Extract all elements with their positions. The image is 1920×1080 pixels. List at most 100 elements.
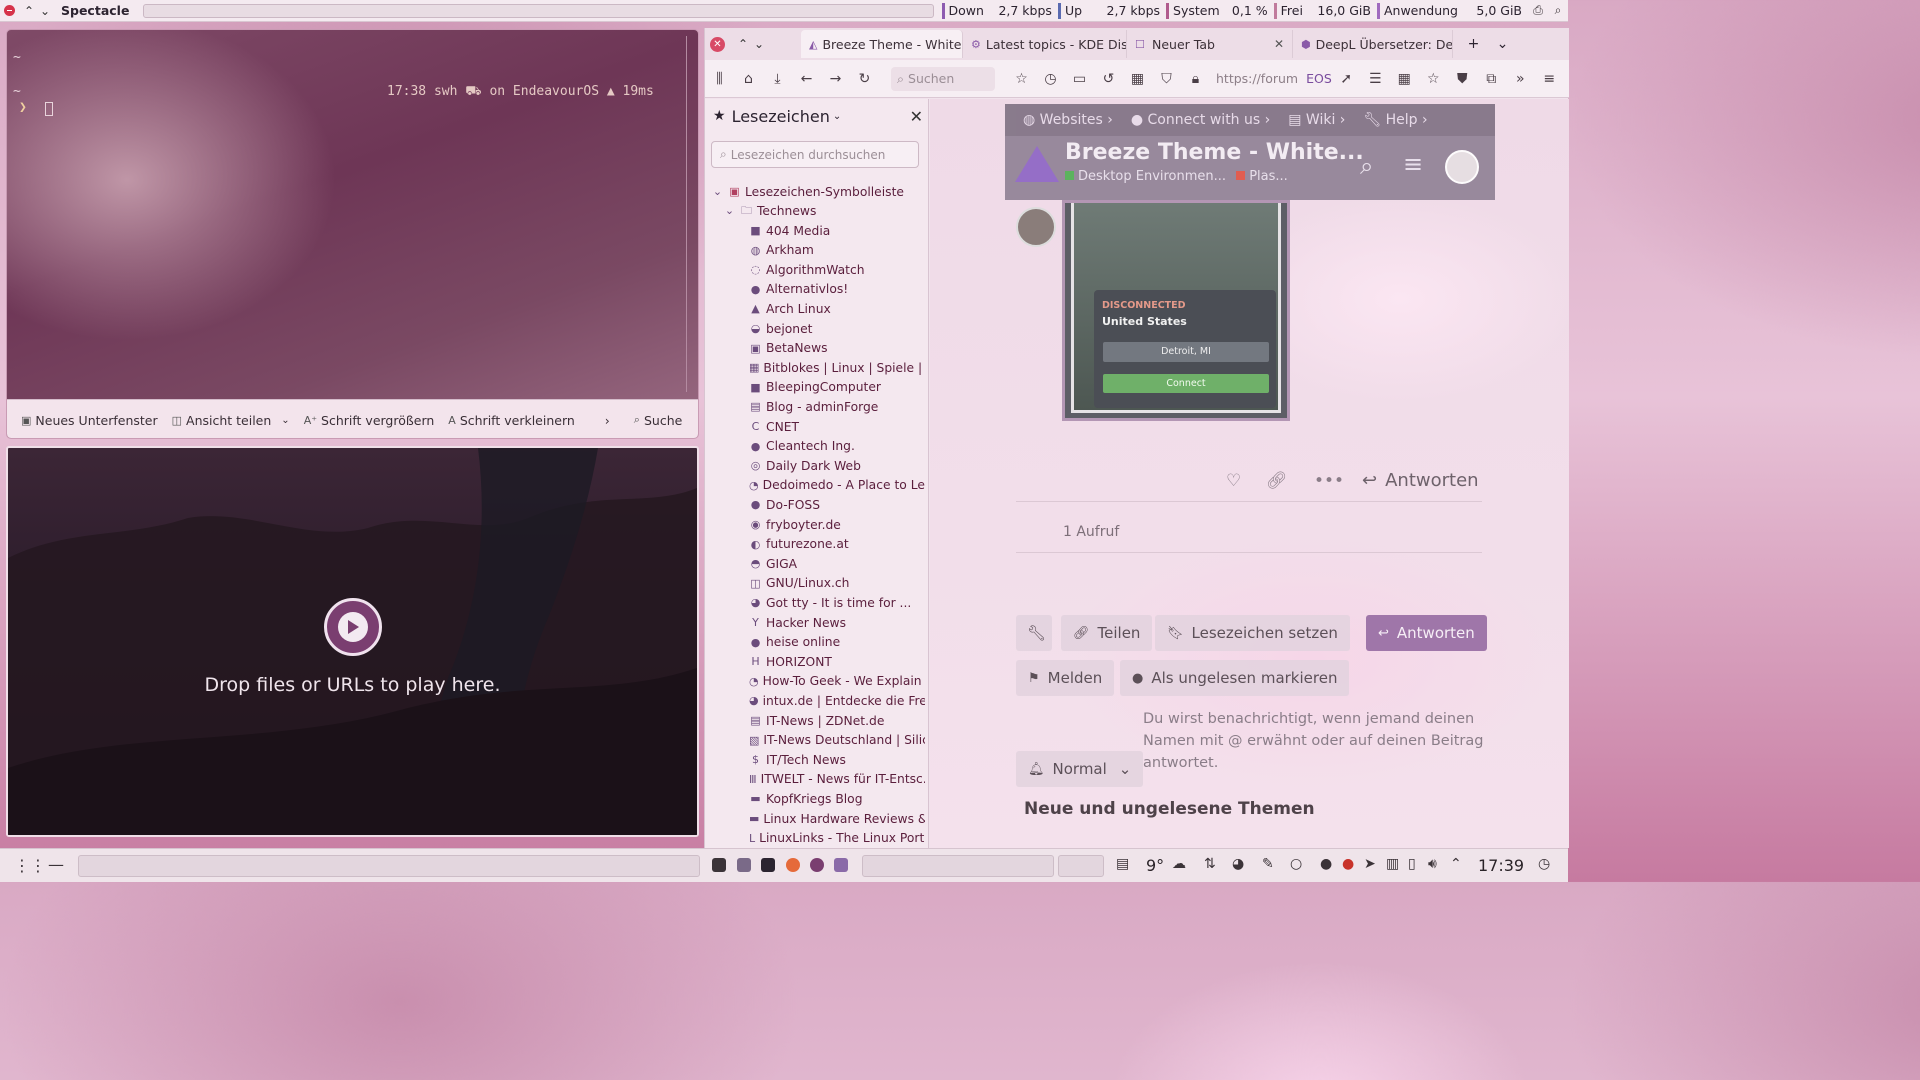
terminal-scrollbar[interactable] bbox=[686, 36, 692, 392]
player-app-icon[interactable] bbox=[810, 858, 824, 872]
ublock-icon[interactable]: ⛊ bbox=[1448, 71, 1477, 87]
task-manager-area[interactable] bbox=[78, 855, 700, 877]
bookmark-item[interactable]: ◓ GIGA bbox=[749, 554, 925, 573]
send-icon[interactable]: ➤ bbox=[1364, 856, 1376, 872]
nav-help[interactable]: 🔧︎ Help › bbox=[1363, 112, 1427, 128]
bookmark-item[interactable]: H HORIZONT bbox=[749, 652, 925, 671]
download-icon[interactable]: ⤓ bbox=[763, 71, 792, 87]
close-icon[interactable]: ✕ bbox=[910, 107, 923, 126]
search-icon[interactable]: ⌕ bbox=[1548, 3, 1568, 18]
home-icon[interactable]: ⌂ bbox=[734, 71, 763, 87]
bookmark-item[interactable]: ◫ GNU/Linux.ch bbox=[749, 574, 925, 593]
bookmark-item[interactable]: ■ 404 Media bbox=[749, 221, 925, 240]
restore-icon[interactable]: ↺ bbox=[1094, 71, 1123, 87]
hamburger-menu-icon[interactable]: ≡ bbox=[1403, 150, 1423, 178]
chevron-up-icon[interactable]: ⌃ bbox=[21, 4, 37, 18]
nav-wiki[interactable]: ▤ Wiki › bbox=[1288, 112, 1345, 128]
task-manager-area[interactable] bbox=[1058, 855, 1104, 877]
weather-temperature[interactable]: 9° bbox=[1146, 856, 1164, 875]
search-button[interactable]: ⌕ Suche bbox=[634, 413, 683, 428]
overflow-icon[interactable]: » bbox=[1506, 71, 1535, 87]
tab-new[interactable]: ☐ Neuer Tab ✕ bbox=[1127, 30, 1293, 58]
bookmark-item[interactable]: L LinuxLinks - The Linux Porta bbox=[749, 829, 925, 848]
bookmark-item[interactable]: ■ BleepingComputer bbox=[749, 378, 925, 397]
media-player[interactable]: Drop files or URLs to play here. bbox=[6, 446, 699, 837]
category-link[interactable]: Desktop Environmen... bbox=[1078, 169, 1226, 184]
bookmark-item[interactable]: ● Do-FOSS bbox=[749, 495, 925, 514]
bookmarks-search-input[interactable]: ⌕ Lesezeichen durchsuchen bbox=[711, 141, 919, 168]
bookmark-item[interactable]: ▤ IT-News | ZDNet.de bbox=[749, 711, 925, 730]
minimize-all-icon[interactable]: — bbox=[48, 855, 64, 874]
kde-logo-icon[interactable] bbox=[1015, 146, 1059, 182]
back-icon[interactable]: ← bbox=[792, 71, 821, 87]
zoom-in-button[interactable]: A⁺ Schrift vergrößern bbox=[304, 413, 435, 428]
mark-unread-button[interactable]: ● Als ungelesen markieren bbox=[1120, 660, 1350, 696]
chevron-down-icon[interactable]: ⌄ bbox=[751, 37, 767, 51]
bookmark-item[interactable]: ▤ Blog - adminForge bbox=[749, 397, 925, 416]
bookmark-button[interactable]: 🔖︎ Lesezeichen setzen bbox=[1155, 615, 1350, 651]
library-icon[interactable]: ⫼ bbox=[705, 71, 734, 87]
new-split-button[interactable]: ▣ Neues Unterfenster bbox=[21, 413, 158, 428]
bookmark-item[interactable]: Y Hacker News bbox=[749, 613, 925, 632]
chevron-down-icon[interactable]: ⌄ bbox=[37, 4, 53, 18]
lock-icon[interactable]: 🔒︎ bbox=[1181, 71, 1210, 87]
reload-icon[interactable]: ↻ bbox=[850, 71, 879, 87]
tab-deepl[interactable]: ⬢DeepL Übersetzer: Der✕ bbox=[1293, 30, 1453, 58]
close-window-icon[interactable]: ✕ bbox=[710, 36, 725, 52]
notification-level-select[interactable]: 🔔︎ Normal ⌄ bbox=[1016, 751, 1144, 787]
task-manager-area[interactable] bbox=[862, 855, 1054, 877]
reader-icon[interactable]: ☰ bbox=[1361, 71, 1390, 87]
konsole-app-icon[interactable] bbox=[761, 858, 775, 872]
reply-button[interactable]: ↩ Antworten bbox=[1366, 615, 1487, 651]
weather-cloud-icon[interactable]: ☁ bbox=[1172, 856, 1186, 872]
user-avatar[interactable] bbox=[1445, 150, 1479, 184]
post-author-avatar[interactable] bbox=[1016, 207, 1056, 247]
technews-folder[interactable]: ⌄ 🗀 Technews bbox=[723, 201, 816, 220]
palette-icon[interactable]: ◕ bbox=[1232, 856, 1244, 872]
tomato-icon[interactable]: ● bbox=[1342, 856, 1354, 872]
menu-icon[interactable]: ≡ bbox=[1535, 71, 1564, 87]
bookmark-item[interactable]: C CNET bbox=[749, 417, 925, 436]
category-link[interactable]: Plas... bbox=[1249, 169, 1288, 184]
tab-kde[interactable]: ⚙Latest topics - KDE Dis✕ bbox=[963, 30, 1127, 58]
puzzle-icon[interactable]: ⧉ bbox=[1477, 71, 1506, 87]
new-tab-plus-icon[interactable]: + bbox=[1459, 36, 1488, 52]
terminal-window[interactable]: ~ ~ 17:38 swh ⛟ on EndeavourOS ▲ 19ms ❯ … bbox=[6, 29, 699, 439]
bookmark-item[interactable]: ▦ Bitblokes | Linux | Spiele | St. bbox=[749, 358, 925, 377]
bookmark-item[interactable]: ◐ futurezone.at bbox=[749, 535, 925, 554]
bookmark-item[interactable]: ▣ BetaNews bbox=[749, 339, 925, 358]
extensions-grid-icon[interactable]: ▦ bbox=[1123, 71, 1152, 87]
bookmark-item[interactable]: ◔ How-To Geek - We Explain T. bbox=[749, 672, 925, 691]
bookmark-item[interactable]: ▧ IT-News Deutschland | Silic... bbox=[749, 731, 925, 750]
clock[interactable]: 17:39 bbox=[1478, 856, 1524, 875]
screenshot-icon[interactable]: ⎙ bbox=[1528, 3, 1548, 18]
nav-connect[interactable]: ● Connect with us › bbox=[1131, 112, 1270, 128]
bookmark-star-icon[interactable]: ☆ bbox=[1007, 71, 1036, 87]
github-icon[interactable]: ● bbox=[1320, 856, 1332, 872]
terminal-app-icon[interactable] bbox=[712, 858, 726, 872]
grid-icon[interactable]: ▦ bbox=[1390, 71, 1419, 87]
reply-link[interactable]: ↩ Antworten bbox=[1362, 470, 1479, 491]
flag-button[interactable]: ⚑ Melden bbox=[1016, 660, 1115, 696]
network-icon[interactable]: ⇅ bbox=[1204, 856, 1216, 872]
send-icon[interactable]: ➚ bbox=[1332, 71, 1361, 87]
star-icon[interactable]: ☆ bbox=[1419, 71, 1448, 87]
save-icon[interactable]: ▭ bbox=[1065, 71, 1094, 87]
search-input[interactable]: ⌕ Suchen bbox=[891, 66, 995, 91]
shield-icon[interactable]: ⛉ bbox=[1152, 71, 1181, 87]
screenshot-app-icon[interactable] bbox=[834, 858, 848, 872]
bookmark-item[interactable]: ◉ fryboyter.de bbox=[749, 515, 925, 534]
tab-list-chevron-icon[interactable]: ⌄ bbox=[1488, 36, 1517, 52]
bookmarks-toolbar-folder[interactable]: ⌄ ▣ Lesezeichen-Symbolleiste bbox=[711, 182, 904, 201]
bookmark-item[interactable]: ◔ Dedoimedo - A Place to Lea. bbox=[749, 476, 925, 495]
history-icon[interactable]: ◷ bbox=[1036, 71, 1065, 87]
play-button[interactable] bbox=[324, 598, 382, 656]
split-view-button[interactable]: ◫ Ansicht teilen ⌄ bbox=[172, 413, 290, 428]
terminal-output[interactable]: ~ ~ 17:38 swh ⛟ on EndeavourOS ▲ 19ms ❯ bbox=[7, 30, 685, 398]
bookmark-item[interactable]: ● Cleantech Ing. bbox=[749, 437, 925, 456]
chevron-up-icon[interactable]: ⌃ bbox=[735, 37, 751, 51]
volume-icon[interactable]: 🔊︎ bbox=[1428, 856, 1437, 872]
url-field[interactable]: https://forum bbox=[1216, 71, 1298, 86]
admin-wrench-button[interactable]: 🔧︎ bbox=[1016, 615, 1052, 651]
bookmark-item[interactable]: ◕ Got tty - It is time for ... bbox=[749, 593, 925, 612]
